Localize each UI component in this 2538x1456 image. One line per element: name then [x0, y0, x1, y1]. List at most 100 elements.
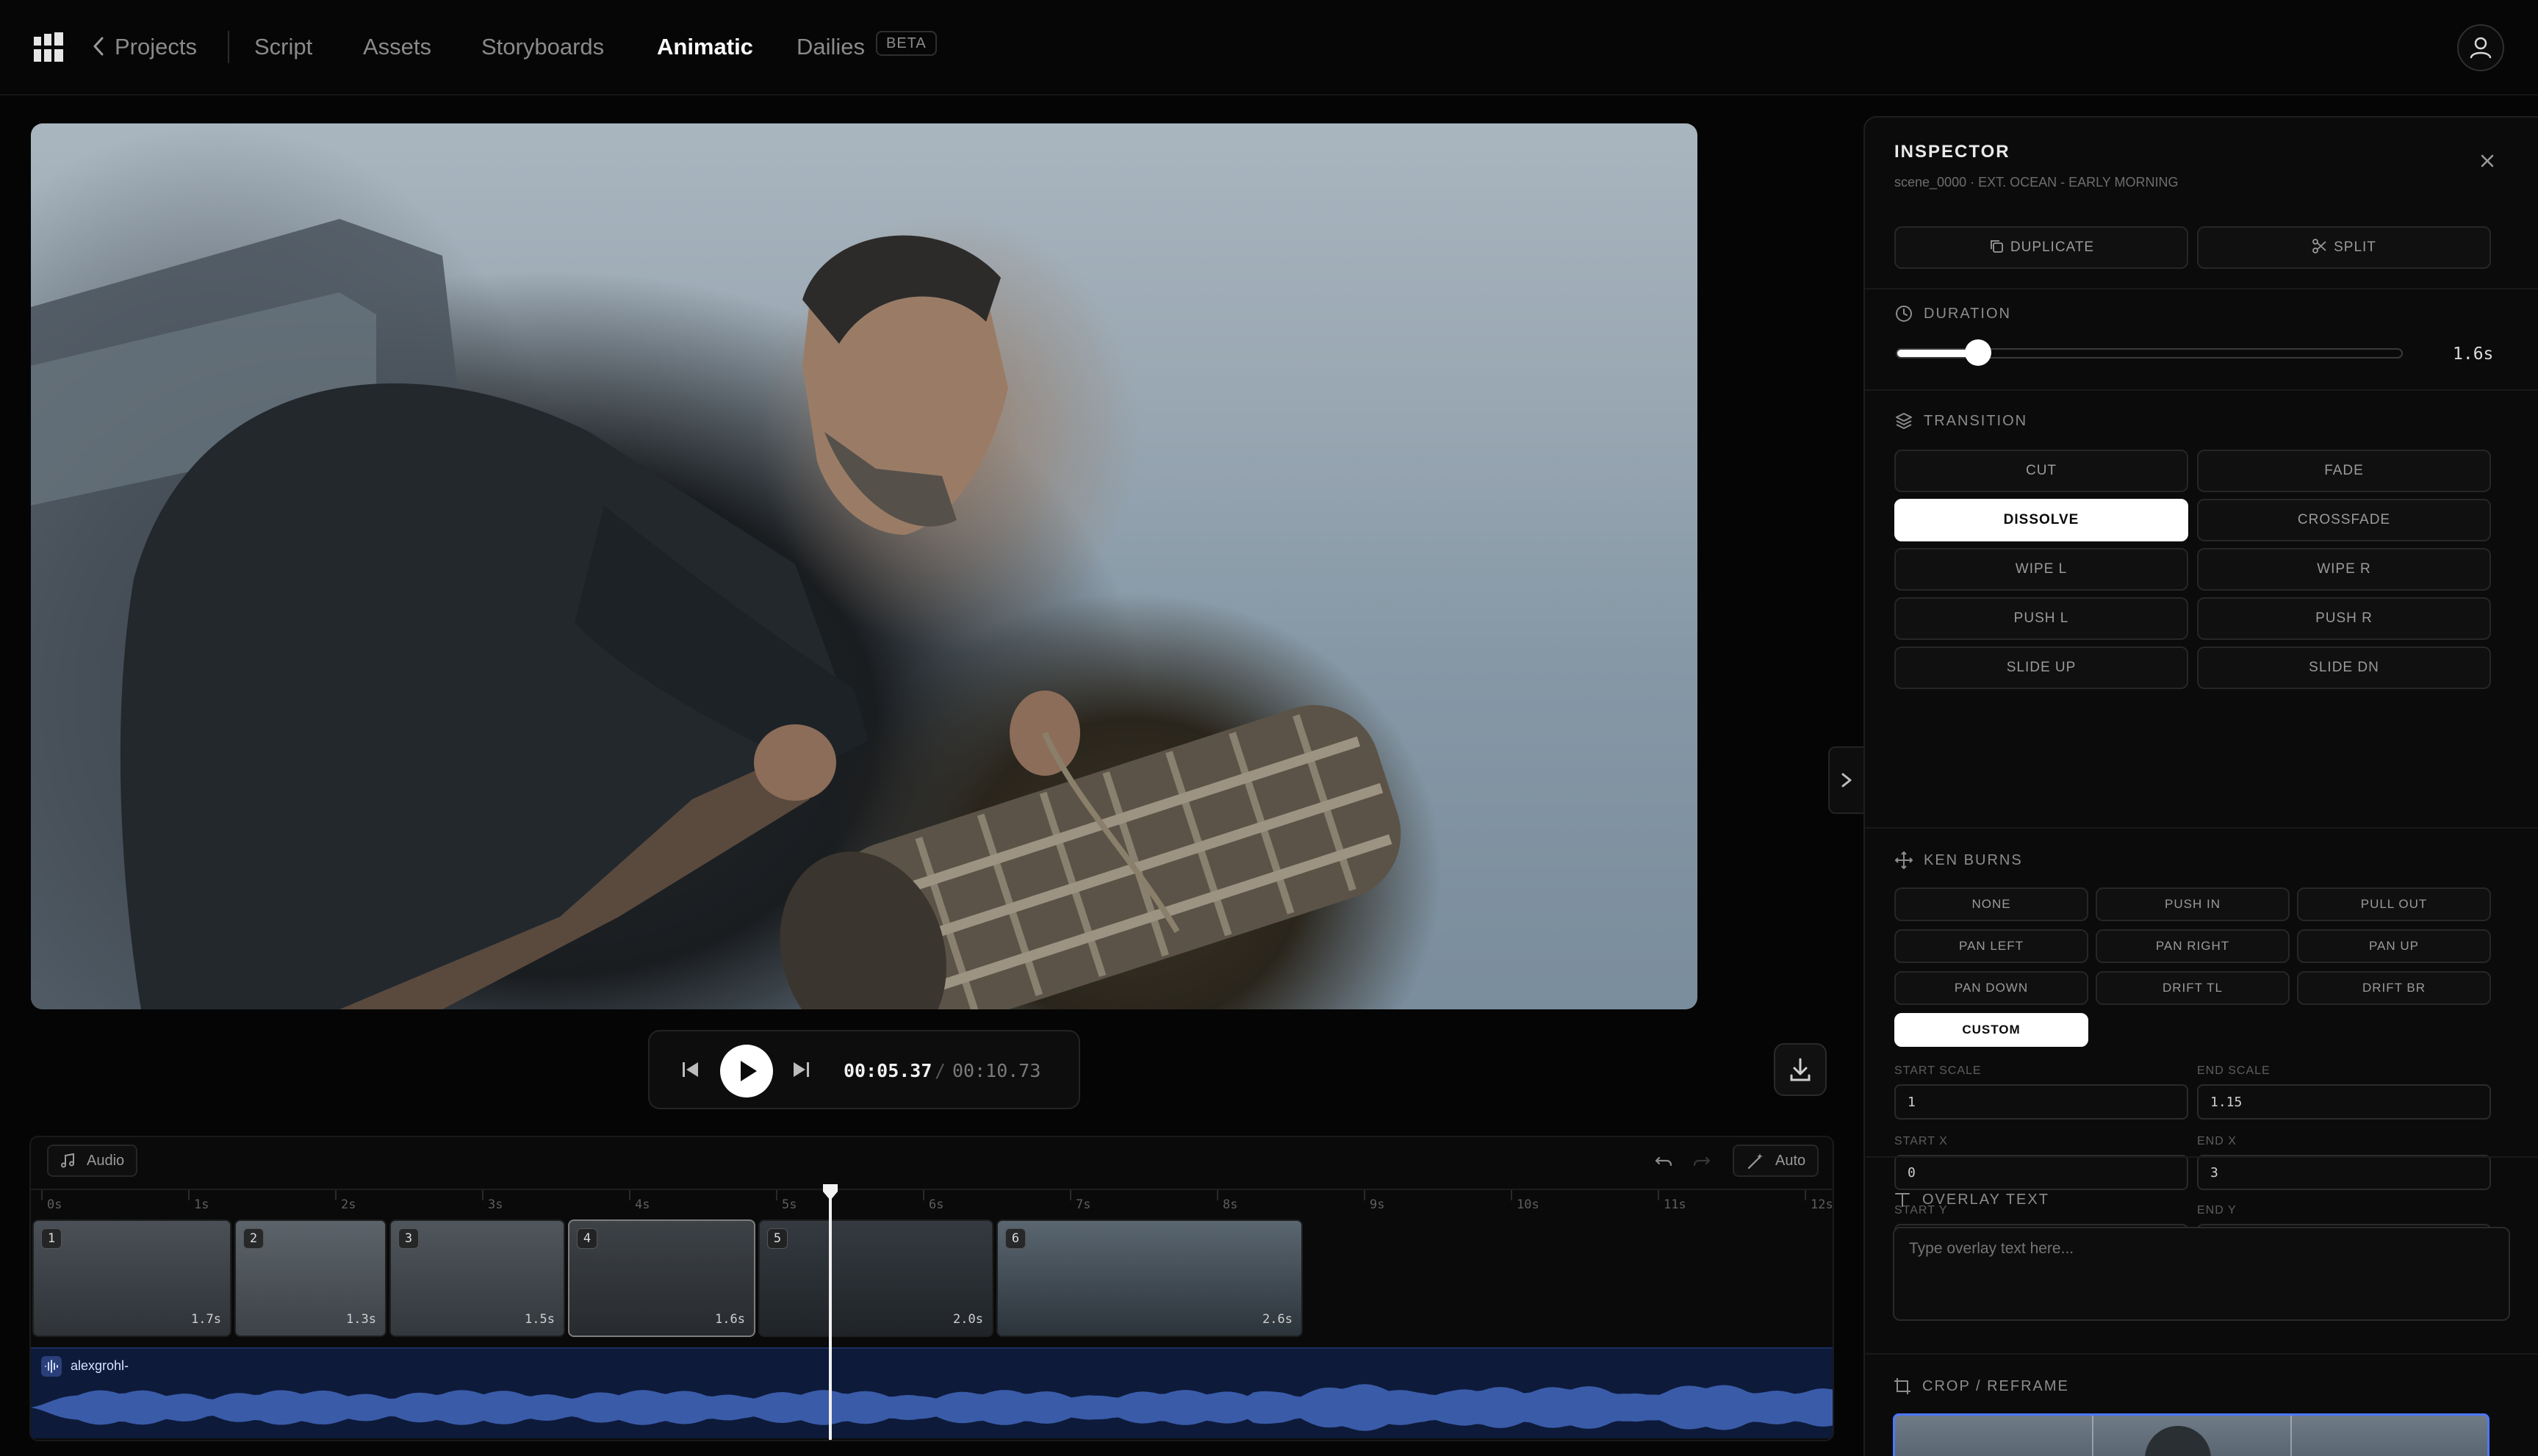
- clip-number: 1: [41, 1228, 62, 1249]
- ruler-tick: [1511, 1190, 1512, 1200]
- section-divider: [1865, 288, 2538, 289]
- timeline-clip[interactable]: 2 1.3s: [234, 1219, 387, 1337]
- duration-value: 1.6s: [2453, 345, 2494, 364]
- ruler-tick-label: 8s: [1223, 1197, 1238, 1212]
- ruler-tick-label: 4s: [635, 1197, 650, 1212]
- nav-tab-dailies[interactable]: Dailies: [797, 32, 865, 62]
- end-scale-input[interactable]: [2197, 1084, 2491, 1120]
- ruler-tick-label: 9s: [1370, 1197, 1385, 1212]
- overlay-text-label: OVERLAY TEXT: [1922, 1192, 2049, 1208]
- section-divider: [1863, 1156, 2538, 1158]
- transition-option[interactable]: WIPE R: [2197, 548, 2491, 591]
- layers-icon: [1896, 413, 1912, 429]
- skip-forward-icon[interactable]: [789, 1058, 813, 1081]
- ruler-tick: [629, 1190, 630, 1200]
- crop-guide-line: [2092, 1416, 2093, 1456]
- play-button[interactable]: [720, 1045, 773, 1098]
- duration-label: DURATION: [1924, 306, 2011, 322]
- ken-burns-option[interactable]: PAN DOWN: [1894, 971, 2088, 1005]
- ruler-tick: [1805, 1190, 1806, 1200]
- nav-tab-assets[interactable]: Assets: [363, 32, 431, 62]
- timeline-clip[interactable]: 6 2.6s: [996, 1219, 1303, 1337]
- preview-illustration: [31, 219, 1401, 1009]
- transition-option[interactable]: SLIDE UP: [1894, 646, 2188, 689]
- back-to-projects-link[interactable]: Projects: [91, 32, 197, 62]
- ken-burns-option[interactable]: CUSTOM: [1894, 1013, 2088, 1047]
- transition-option[interactable]: PUSH R: [2197, 597, 2491, 640]
- overlay-text-input[interactable]: [1893, 1227, 2510, 1321]
- duration-slider-fill: [1897, 350, 1970, 357]
- auto-button[interactable]: Auto: [1733, 1145, 1819, 1177]
- end-scale-label: END SCALE: [2197, 1064, 2271, 1077]
- ken-burns-option[interactable]: PAN UP: [2297, 929, 2491, 963]
- transition-option[interactable]: CUT: [1894, 450, 2188, 492]
- transition-option[interactable]: PUSH L: [1894, 597, 2188, 640]
- back-to-projects-label: Projects: [115, 34, 197, 60]
- transition-option[interactable]: DISSOLVE: [1894, 499, 2188, 541]
- ruler-tick-label: 6s: [929, 1197, 944, 1212]
- clip-duration: 1.6s: [715, 1312, 745, 1327]
- duplicate-button[interactable]: DUPLICATE: [1894, 226, 2188, 269]
- transition-option[interactable]: FADE: [2197, 450, 2491, 492]
- start-scale-input[interactable]: [1894, 1084, 2188, 1120]
- move-icon: [1894, 851, 1913, 870]
- ruler-tick: [1070, 1190, 1071, 1200]
- audio-track-name: alexgrohl-: [71, 1358, 129, 1373]
- crop-subject-shape: [2145, 1426, 2211, 1456]
- music-note-icon: [61, 1153, 74, 1168]
- timeline-clip[interactable]: 3 1.5s: [389, 1219, 565, 1337]
- timeline-clip[interactable]: 5 2.0s: [758, 1219, 993, 1337]
- play-icon: [741, 1061, 757, 1081]
- crop-frame[interactable]: [1893, 1413, 2490, 1456]
- beta-badge: BETA: [876, 31, 937, 56]
- audio-button[interactable]: Audio: [47, 1145, 138, 1177]
- app-logo-icon[interactable]: [32, 31, 68, 66]
- nav-tab-animatic[interactable]: Animatic: [657, 32, 753, 62]
- clip-duration: 2.6s: [1262, 1312, 1293, 1327]
- clock-icon: [1896, 306, 1912, 322]
- skip-back-icon[interactable]: [679, 1058, 702, 1081]
- playhead[interactable]: [829, 1190, 832, 1440]
- clip-duration: 1.3s: [346, 1312, 376, 1327]
- playhead-handle[interactable]: [823, 1184, 838, 1200]
- total-time: 00:10.73: [952, 1060, 1041, 1081]
- timeline-clip[interactable]: 1 1.7s: [32, 1219, 231, 1337]
- ken-burns-label: KEN BURNS: [1924, 852, 2023, 868]
- collapse-inspector-button[interactable]: [1828, 746, 1865, 814]
- crop-reframe-label: CROP / REFRAME: [1922, 1378, 2069, 1394]
- nav-tab-storyboards[interactable]: Storyboards: [481, 32, 604, 62]
- ruler-tick: [1364, 1190, 1365, 1200]
- nav-tab-script[interactable]: Script: [254, 32, 312, 62]
- ken-burns-option[interactable]: PAN RIGHT: [2096, 929, 2290, 963]
- copy-icon: [1990, 240, 2003, 253]
- ruler-tick-label: 10s: [1517, 1197, 1539, 1212]
- start-scale-label: START SCALE: [1894, 1064, 1982, 1077]
- ken-burns-option[interactable]: PAN LEFT: [1894, 929, 2088, 963]
- transition-option[interactable]: SLIDE DN: [2197, 646, 2491, 689]
- ken-burns-option[interactable]: PUSH IN: [2096, 887, 2290, 921]
- top-navigation-bar: Projects Script Assets Storyboards Anima…: [0, 0, 2538, 95]
- ruler-tick: [188, 1190, 190, 1200]
- close-icon[interactable]: [2476, 150, 2498, 172]
- ken-burns-option[interactable]: DRIFT TL: [2096, 971, 2290, 1005]
- undo-icon[interactable]: [1653, 1150, 1674, 1171]
- duration-slider-knob[interactable]: [1965, 339, 1991, 366]
- ken-burns-option[interactable]: DRIFT BR: [2297, 971, 2491, 1005]
- split-button[interactable]: SPLIT: [2197, 226, 2491, 269]
- ken-burns-option[interactable]: PULL OUT: [2297, 887, 2491, 921]
- timeline-clip[interactable]: 4 1.6s: [568, 1219, 755, 1337]
- download-button[interactable]: [1774, 1043, 1827, 1096]
- clip-number: 5: [767, 1228, 788, 1249]
- audio-wave-glyph: [45, 1360, 58, 1373]
- transition-option[interactable]: WIPE L: [1894, 548, 2188, 591]
- playback-controls: 00:05.37 / 00:10.73: [648, 1030, 1080, 1109]
- audio-track[interactable]: alexgrohl-: [31, 1347, 1833, 1438]
- ruler-tick-label: 1s: [194, 1197, 209, 1212]
- user-account-button[interactable]: [2457, 24, 2504, 71]
- chevron-right-icon: [1841, 773, 1852, 788]
- redo-icon[interactable]: [1692, 1150, 1712, 1171]
- ruler-tick-label: 12s: [1811, 1197, 1833, 1212]
- crop-guide-line: [2290, 1416, 2292, 1456]
- transition-option[interactable]: CROSSFADE: [2197, 499, 2491, 541]
- ken-burns-option[interactable]: NONE: [1894, 887, 2088, 921]
